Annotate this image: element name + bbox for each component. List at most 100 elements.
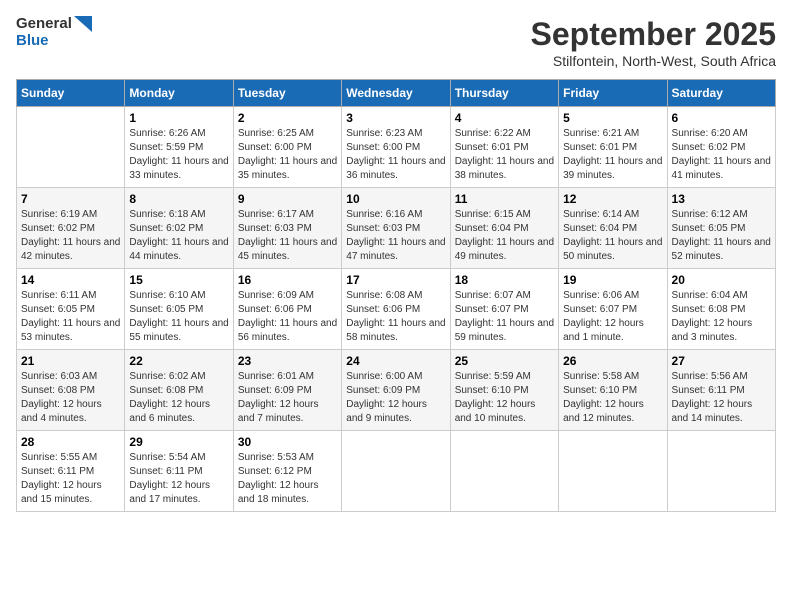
day-number: 18 <box>455 273 554 287</box>
day-number: 23 <box>238 354 337 368</box>
day-cell: 20 Sunrise: 6:04 AMSunset: 6:08 PMDayligh… <box>667 269 775 350</box>
day-cell: 24Sunrise: 6:00 AMSunset: 6:09 PMDayligh… <box>342 350 450 431</box>
day-number: 20 <box>672 273 771 287</box>
day-number: 26 <box>563 354 662 368</box>
day-info: Sunrise: 6:17 AMSunset: 6:03 PMDaylight:… <box>238 208 337 264</box>
day-info: Sunrise: 6:09 AMSunset: 6:06 PMDaylight:… <box>238 289 337 345</box>
day-info: Sunrise: 6:07 AMSunset: 6:07 PMDaylight:… <box>455 289 554 345</box>
day-info: Sunrise: 6:14 AMSunset: 6:04 PMDaylight:… <box>563 208 662 264</box>
day-cell: 21 Sunrise: 6:03 AMSunset: 6:08 PMDayligh… <box>17 350 125 431</box>
day-number: 9 <box>238 192 337 206</box>
day-info: Sunrise: 5:55 AMSunset: 6:11 PMDaylight:… <box>21 451 120 507</box>
week-row-5: 28 Sunrise: 5:55 AMSunset: 6:11 PMDayligh… <box>17 431 776 512</box>
day-info: Sunrise: 6:16 AMSunset: 6:03 PMDaylight:… <box>346 208 445 264</box>
day-cell: 7Sunrise: 6:19 AMSunset: 6:02 PMDaylight… <box>17 188 125 269</box>
day-info: Sunrise: 6:26 AMSunset: 5:59 PMDaylight:… <box>129 127 228 183</box>
day-cell: 23 Sunrise: 6:01 AMSunset: 6:09 PMDayligh… <box>233 350 341 431</box>
day-header-friday: Friday <box>559 80 667 107</box>
day-cell: 8Sunrise: 6:18 AMSunset: 6:02 PMDaylight… <box>125 188 233 269</box>
day-info: Sunrise: 6:12 AMSunset: 6:05 PMDaylight:… <box>672 208 771 264</box>
title-block: September 2025 Stilfontein, North-West, … <box>531 16 776 69</box>
day-info: Sunrise: 6:02 AMSunset: 6:08 PMDaylight:… <box>129 370 228 426</box>
day-info: Sunrise: 6:01 AMSunset: 6:09 PMDaylight:… <box>238 370 337 426</box>
logo-arrow-icon <box>74 16 92 32</box>
day-info: Sunrise: 6:20 AMSunset: 6:02 PMDaylight:… <box>672 127 771 183</box>
month-title: September 2025 <box>531 16 776 53</box>
day-number: 21 <box>21 354 120 368</box>
day-number: 4 <box>455 111 554 125</box>
day-cell: 22 Sunrise: 6:02 AMSunset: 6:08 PMDayligh… <box>125 350 233 431</box>
day-header-sunday: Sunday <box>17 80 125 107</box>
day-number: 10 <box>346 192 445 206</box>
day-info: Sunrise: 6:04 AMSunset: 6:08 PMDaylight:… <box>672 289 771 345</box>
day-number: 30 <box>238 435 337 449</box>
logo-blue: Blue <box>16 33 92 50</box>
day-cell <box>342 431 450 512</box>
logo-text: General Blue <box>16 16 92 49</box>
week-row-2: 7Sunrise: 6:19 AMSunset: 6:02 PMDaylight… <box>17 188 776 269</box>
day-number: 14 <box>21 273 120 287</box>
day-info: Sunrise: 6:23 AMSunset: 6:00 PMDaylight:… <box>346 127 445 183</box>
day-number: 12 <box>563 192 662 206</box>
day-number: 28 <box>21 435 120 449</box>
day-cell: 4 Sunrise: 6:22 AMSunset: 6:01 PMDaylight… <box>450 107 558 188</box>
day-cell: 5 Sunrise: 6:21 AMSunset: 6:01 PMDaylight… <box>559 107 667 188</box>
day-number: 25 <box>455 354 554 368</box>
day-cell: 10 Sunrise: 6:16 AMSunset: 6:03 PMDayligh… <box>342 188 450 269</box>
day-info: Sunrise: 6:10 AMSunset: 6:05 PMDaylight:… <box>129 289 228 345</box>
day-cell: 12 Sunrise: 6:14 AMSunset: 6:04 PMDayligh… <box>559 188 667 269</box>
day-cell: 26 Sunrise: 5:58 AMSunset: 6:10 PMDayligh… <box>559 350 667 431</box>
day-info: Sunrise: 6:08 AMSunset: 6:06 PMDaylight:… <box>346 289 445 345</box>
day-number: 8 <box>129 192 228 206</box>
day-cell: 25Sunrise: 5:59 AMSunset: 6:10 PMDayligh… <box>450 350 558 431</box>
logo-general: General <box>16 16 72 33</box>
day-number: 6 <box>672 111 771 125</box>
day-number: 24 <box>346 354 445 368</box>
day-cell: 6 Sunrise: 6:20 AMSunset: 6:02 PMDaylight… <box>667 107 775 188</box>
calendar-table: SundayMondayTuesdayWednesdayThursdayFrid… <box>16 79 776 512</box>
day-number: 3 <box>346 111 445 125</box>
week-row-4: 21 Sunrise: 6:03 AMSunset: 6:08 PMDayligh… <box>17 350 776 431</box>
day-number: 13 <box>672 192 771 206</box>
page-header: General Blue September 2025 Stilfontein,… <box>16 16 776 69</box>
day-cell: 11 Sunrise: 6:15 AMSunset: 6:04 PMDayligh… <box>450 188 558 269</box>
day-info: Sunrise: 6:06 AMSunset: 6:07 PMDaylight:… <box>563 289 662 345</box>
day-number: 22 <box>129 354 228 368</box>
day-info: Sunrise: 5:54 AMSunset: 6:11 PMDaylight:… <box>129 451 228 507</box>
day-cell: 2 Sunrise: 6:25 AMSunset: 6:00 PMDaylight… <box>233 107 341 188</box>
week-row-3: 14Sunrise: 6:11 AMSunset: 6:05 PMDayligh… <box>17 269 776 350</box>
day-number: 17 <box>346 273 445 287</box>
day-info: Sunrise: 6:03 AMSunset: 6:08 PMDaylight:… <box>21 370 120 426</box>
day-number: 5 <box>563 111 662 125</box>
day-header-thursday: Thursday <box>450 80 558 107</box>
week-row-1: 1 Sunrise: 6:26 AMSunset: 5:59 PMDaylight… <box>17 107 776 188</box>
day-number: 11 <box>455 192 554 206</box>
day-cell: 19Sunrise: 6:06 AMSunset: 6:07 PMDayligh… <box>559 269 667 350</box>
day-cell <box>17 107 125 188</box>
day-number: 2 <box>238 111 337 125</box>
day-number: 16 <box>238 273 337 287</box>
day-cell: 16 Sunrise: 6:09 AMSunset: 6:06 PMDayligh… <box>233 269 341 350</box>
day-info: Sunrise: 6:15 AMSunset: 6:04 PMDaylight:… <box>455 208 554 264</box>
day-cell: 13 Sunrise: 6:12 AMSunset: 6:05 PMDayligh… <box>667 188 775 269</box>
logo: General Blue <box>16 16 92 49</box>
location-subtitle: Stilfontein, North-West, South Africa <box>531 53 776 69</box>
day-cell: 15 Sunrise: 6:10 AMSunset: 6:05 PMDayligh… <box>125 269 233 350</box>
day-info: Sunrise: 6:22 AMSunset: 6:01 PMDaylight:… <box>455 127 554 183</box>
day-number: 1 <box>129 111 228 125</box>
day-cell: 14Sunrise: 6:11 AMSunset: 6:05 PMDayligh… <box>17 269 125 350</box>
day-info: Sunrise: 6:19 AMSunset: 6:02 PMDaylight:… <box>21 208 120 264</box>
day-cell: 1 Sunrise: 6:26 AMSunset: 5:59 PMDaylight… <box>125 107 233 188</box>
day-info: Sunrise: 5:58 AMSunset: 6:10 PMDaylight:… <box>563 370 662 426</box>
day-info: Sunrise: 6:25 AMSunset: 6:00 PMDaylight:… <box>238 127 337 183</box>
day-header-wednesday: Wednesday <box>342 80 450 107</box>
day-cell: 18 Sunrise: 6:07 AMSunset: 6:07 PMDayligh… <box>450 269 558 350</box>
day-info: Sunrise: 6:21 AMSunset: 6:01 PMDaylight:… <box>563 127 662 183</box>
day-header-tuesday: Tuesday <box>233 80 341 107</box>
day-number: 15 <box>129 273 228 287</box>
day-cell <box>559 431 667 512</box>
day-cell: 27Sunrise: 5:56 AMSunset: 6:11 PMDayligh… <box>667 350 775 431</box>
day-cell: 30Sunrise: 5:53 AMSunset: 6:12 PMDayligh… <box>233 431 341 512</box>
day-cell: 9 Sunrise: 6:17 AMSunset: 6:03 PMDaylight… <box>233 188 341 269</box>
day-cell: 3 Sunrise: 6:23 AMSunset: 6:00 PMDaylight… <box>342 107 450 188</box>
